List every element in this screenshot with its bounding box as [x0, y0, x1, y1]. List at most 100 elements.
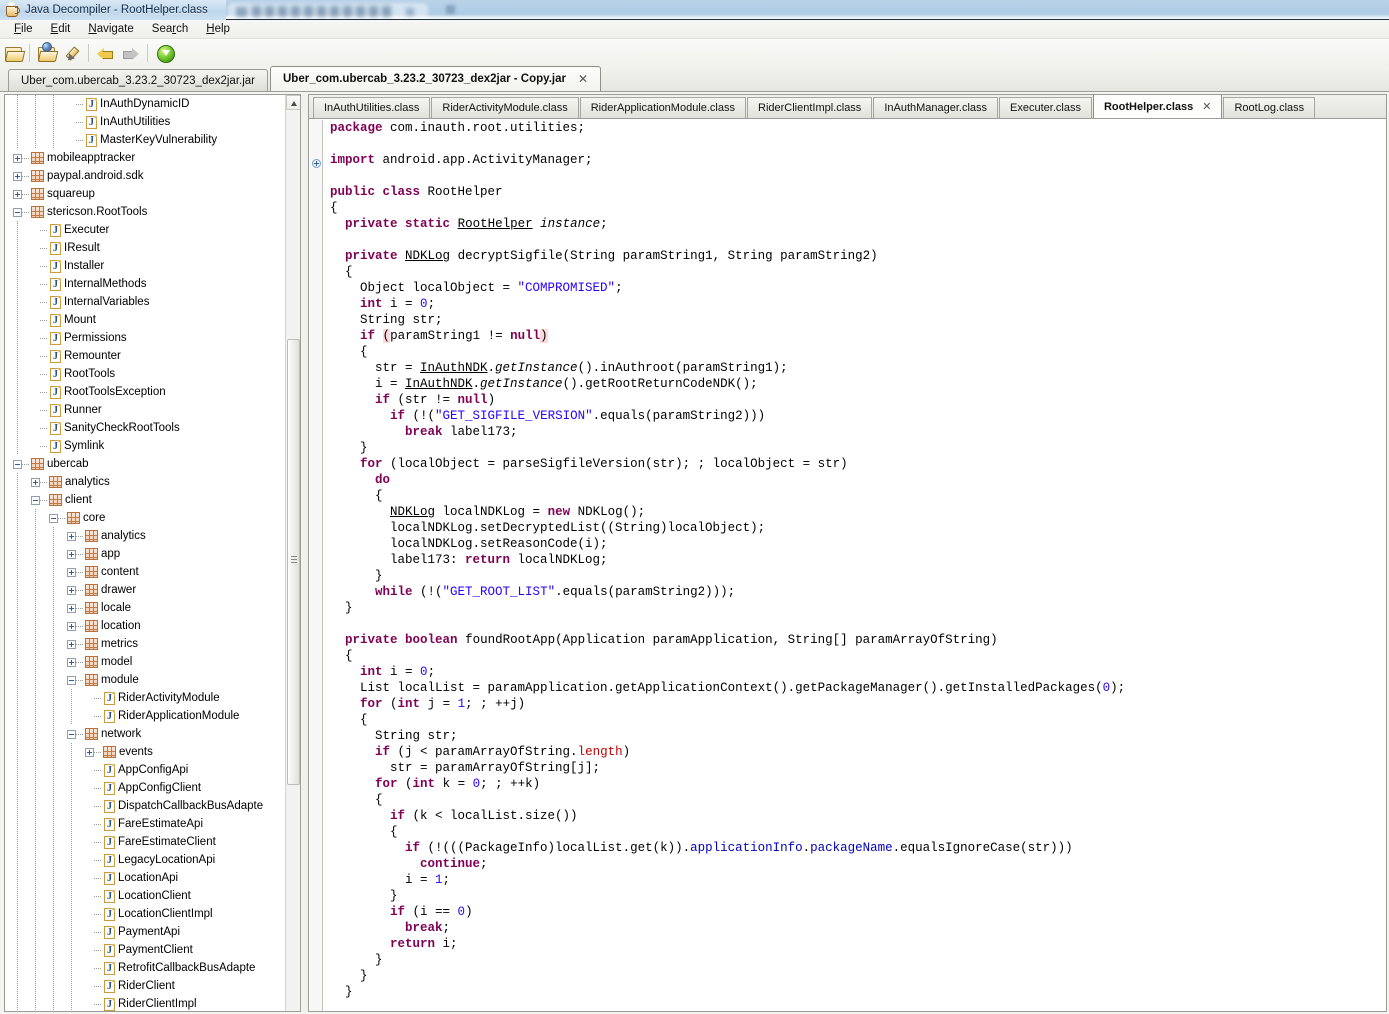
class-tab[interactable]: RiderActivityModule.class	[431, 97, 578, 118]
class-tab[interactable]: RiderClientImpl.class	[747, 97, 872, 118]
tree-class-node[interactable]: Mount	[5, 311, 286, 329]
class-tab[interactable]: InAuthUtilities.class	[313, 97, 430, 118]
jar-tab[interactable]: Uber_com.ubercab_3.23.2_30723_dex2jar.ja…	[8, 69, 268, 91]
tree-class-node[interactable]: RetrofitCallbackBusAdapte	[5, 959, 286, 977]
tree-class-node[interactable]: PaymentApi	[5, 923, 286, 941]
tree-class-node[interactable]: SanityCheckRootTools	[5, 419, 286, 437]
tree-class-node[interactable]: LocationApi	[5, 869, 286, 887]
tree-class-node[interactable]: InternalMethods	[5, 275, 286, 293]
tree-class-node[interactable]: MasterKeyVulnerability	[5, 131, 286, 149]
tree-class-node[interactable]: LegacyLocationApi	[5, 851, 286, 869]
tree-package-node[interactable]: locale	[5, 599, 286, 617]
tree-class-node[interactable]: AppConfigApi	[5, 761, 286, 779]
tree-class-node[interactable]: LocationClient	[5, 887, 286, 905]
tree-expand-plus-icon[interactable]	[67, 532, 76, 541]
tree-package-node[interactable]: client	[5, 491, 286, 509]
tree-expand-plus-icon[interactable]	[67, 550, 76, 559]
tree-class-node[interactable]: IResult	[5, 239, 286, 257]
open-file-icon[interactable]	[0, 41, 26, 65]
jump-icon[interactable]	[151, 41, 177, 65]
menu-file[interactable]: File	[5, 21, 42, 37]
class-tab-close-icon[interactable]: ✕	[1202, 100, 1211, 113]
code-token-lnk[interactable]: InAuthNDK	[405, 377, 473, 391]
code-token-lnk[interactable]: InAuthNDK	[420, 361, 488, 375]
menu-navigate[interactable]: Navigate	[79, 21, 142, 37]
tree-class-node[interactable]: DispatchCallbackBusAdapte	[5, 797, 286, 815]
code-token-lnk[interactable]: NDKLog	[405, 249, 450, 263]
tree-package-node[interactable]: core	[5, 509, 286, 527]
tree-class-node[interactable]: Remounter	[5, 347, 286, 365]
tree-class-node[interactable]: RootTools	[5, 365, 286, 383]
tree-expand-plus-icon[interactable]	[67, 640, 76, 649]
tree-expand-plus-icon[interactable]	[13, 190, 22, 199]
tree-class-node[interactable]: AppConfigClient	[5, 779, 286, 797]
class-tab[interactable]: InAuthManager.class	[873, 97, 998, 118]
scrollbar-thumb[interactable]	[287, 339, 300, 785]
tree-package-node[interactable]: drawer	[5, 581, 286, 599]
save-all-sources-icon[interactable]	[59, 41, 85, 65]
tree-class-node[interactable]: Permissions	[5, 329, 286, 347]
tree-expand-plus-icon[interactable]	[67, 604, 76, 613]
tree-class-node[interactable]: PaymentClient	[5, 941, 286, 959]
class-tab[interactable]: RiderApplicationModule.class	[580, 97, 746, 118]
tree-package-node[interactable]: paypal.android.sdk	[5, 167, 286, 185]
class-tab[interactable]: RootLog.class	[1223, 97, 1315, 118]
tree-collapse-minus-icon[interactable]	[13, 460, 22, 469]
tree-expand-plus-icon[interactable]	[31, 478, 40, 487]
tree-package-node[interactable]: module	[5, 671, 286, 689]
tree-class-node[interactable]: Installer	[5, 257, 286, 275]
tree-collapse-minus-icon[interactable]	[67, 730, 76, 739]
tree-package-node[interactable]: analytics	[5, 473, 286, 491]
tree-collapse-minus-icon[interactable]	[31, 496, 40, 505]
back-arrow-icon[interactable]	[92, 41, 118, 65]
package-tree[interactable]: InAuthDynamicIDInAuthUtilitiesMasterKeyV…	[5, 95, 286, 1012]
tree-package-node[interactable]: ubercab	[5, 455, 286, 473]
jar-tab-close-icon[interactable]: ✕	[578, 72, 588, 86]
tree-package-node[interactable]: location	[5, 617, 286, 635]
tree-collapse-minus-icon[interactable]	[67, 676, 76, 685]
tree-expand-plus-icon[interactable]	[13, 172, 22, 181]
tree-class-node[interactable]: Symlink	[5, 437, 286, 455]
tree-collapse-minus-icon[interactable]	[49, 514, 58, 523]
code-token-lnk[interactable]: RootHelper	[458, 217, 533, 231]
tree-class-node[interactable]: RiderActivityModule	[5, 689, 286, 707]
tree-class-node[interactable]: RootToolsException	[5, 383, 286, 401]
tree-expand-plus-icon[interactable]	[67, 586, 76, 595]
tree-expand-plus-icon[interactable]	[67, 568, 76, 577]
menu-edit[interactable]: Edit	[42, 21, 80, 37]
forward-arrow-icon[interactable]	[118, 41, 144, 65]
tree-collapse-minus-icon[interactable]	[13, 208, 22, 217]
tree-package-node[interactable]: network	[5, 725, 286, 743]
tree-package-node[interactable]: content	[5, 563, 286, 581]
tree-class-node[interactable]: LocationClientImpl	[5, 905, 286, 923]
tree-package-node[interactable]: analytics	[5, 527, 286, 545]
tree-package-node[interactable]: app	[5, 545, 286, 563]
tree-package-node[interactable]: model	[5, 653, 286, 671]
scroll-up-arrow-icon[interactable]	[286, 95, 301, 110]
tree-package-node[interactable]: stericson.RootTools	[5, 203, 286, 221]
code-token-lnk[interactable]: NDKLog	[390, 505, 435, 519]
menu-help[interactable]: Help	[197, 21, 239, 37]
tree-package-node[interactable]: events	[5, 743, 286, 761]
fold-import-plus-icon[interactable]	[312, 159, 321, 168]
class-tab[interactable]: Executer.class	[999, 97, 1092, 118]
tree-class-node[interactable]: FareEstimateClient	[5, 833, 286, 851]
tree-class-node[interactable]: Executer	[5, 221, 286, 239]
class-tab[interactable]: RootHelper.class✕	[1093, 94, 1222, 118]
tree-class-node[interactable]: Runner	[5, 401, 286, 419]
tree-class-node[interactable]: InAuthUtilities	[5, 113, 286, 131]
tree-class-node[interactable]: RiderClient	[5, 977, 286, 995]
jar-tab[interactable]: Uber_com.ubercab_3.23.2_30723_dex2jar - …	[270, 66, 601, 91]
tree-vertical-scrollbar[interactable]	[285, 95, 300, 1011]
tree-expand-plus-icon[interactable]	[13, 154, 22, 163]
tree-class-node[interactable]: InternalVariables	[5, 293, 286, 311]
tree-package-node[interactable]: mobileapptracker	[5, 149, 286, 167]
tree-package-node[interactable]: metrics	[5, 635, 286, 653]
tree-class-node[interactable]: RiderApplicationModule	[5, 707, 286, 725]
source-code-view[interactable]: package com.inauth.root.utilities; impor…	[324, 120, 1386, 1011]
tree-class-node[interactable]: FareEstimateApi	[5, 815, 286, 833]
save-source-icon[interactable]	[33, 41, 59, 65]
tree-expand-plus-icon[interactable]	[67, 658, 76, 667]
menu-search[interactable]: Search	[143, 21, 197, 37]
tree-package-node[interactable]: squareup	[5, 185, 286, 203]
